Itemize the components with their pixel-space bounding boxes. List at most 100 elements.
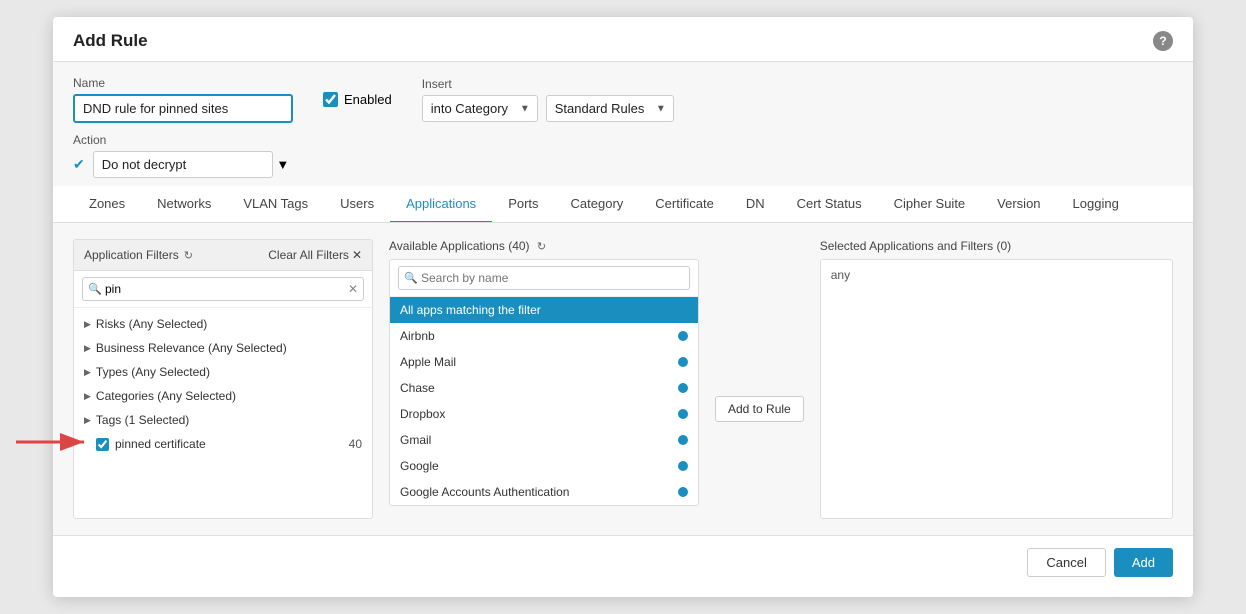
app-google-accounts-dot-icon (678, 487, 688, 497)
selected-apps-title: Selected Applications and Filters (0) (820, 239, 1011, 253)
tab-networks[interactable]: Networks (141, 186, 227, 223)
tab-zones[interactable]: Zones (73, 186, 141, 223)
categories-triangle-icon: ▶ (84, 391, 91, 402)
app-airbnb-label: Airbnb (400, 329, 435, 343)
available-list: 🔍 All apps matching the filter Airbnb Ap… (389, 259, 699, 506)
tags-triangle-icon: ▶ (84, 415, 91, 426)
app-google-dot-icon (678, 461, 688, 471)
app-airbnb-dot-icon (678, 331, 688, 341)
help-icon[interactable]: ? (1153, 31, 1173, 51)
right-panel-header: Selected Applications and Filters (0) (820, 239, 1173, 253)
filter-search-input[interactable] (82, 277, 364, 301)
app-item-google-accounts[interactable]: Google Accounts Authentication (390, 479, 698, 505)
tab-dn[interactable]: DN (730, 186, 781, 223)
tab-cert-status[interactable]: Cert Status (781, 186, 878, 223)
filter-search-wrap: 🔍 ✕ (74, 271, 372, 308)
arrow-svg (12, 430, 92, 454)
action-row: Action (73, 133, 1173, 147)
tab-ports[interactable]: Ports (492, 186, 554, 223)
enabled-row: Enabled (323, 92, 392, 107)
app-dropbox-dot-icon (678, 409, 688, 419)
form-section: Name Enabled Insert into Category into P… (53, 62, 1193, 186)
tab-certificate[interactable]: Certificate (639, 186, 730, 223)
clear-all-x-icon: ✕ (352, 248, 362, 262)
add-btn-area: Add to Rule (715, 239, 804, 519)
insert-select[interactable]: into Category into Policy (422, 95, 538, 122)
app-item-chase[interactable]: Chase (390, 375, 698, 401)
modal-title: Add Rule (73, 31, 148, 51)
enabled-checkbox[interactable] (323, 92, 338, 107)
cancel-button[interactable]: Cancel (1027, 548, 1105, 577)
app-gmail-dot-icon (678, 435, 688, 445)
action-select-wrap: Do not decrypt Decrypt - Resign Block ▼ (93, 151, 290, 178)
app-list: All apps matching the filter Airbnb Appl… (390, 297, 698, 505)
filters-refresh-icon[interactable]: ↻ (184, 249, 193, 262)
app-item-all[interactable]: All apps matching the filter (390, 297, 698, 323)
app-item-gmail[interactable]: Gmail (390, 427, 698, 453)
pinned-cert-left: pinned certificate (96, 437, 206, 451)
business-triangle-icon: ▶ (84, 343, 91, 354)
filter-categories[interactable]: ▶ Categories (Any Selected) (74, 384, 372, 408)
app-google-accounts-label: Google Accounts Authentication (400, 485, 569, 499)
risks-label: Risks (Any Selected) (96, 317, 207, 331)
pinned-cert-checkbox[interactable] (96, 438, 109, 451)
available-apps-refresh-icon[interactable]: ↻ (537, 241, 546, 253)
mid-panel: Available Applications (40) ↻ 🔍 All apps… (389, 239, 699, 519)
insert-select-wrap: into Category into Policy ▼ (422, 95, 538, 122)
enabled-label: Enabled (344, 92, 392, 107)
name-group: Name (73, 76, 293, 123)
tags-label: Tags (1 Selected) (96, 413, 189, 427)
app-google-label: Google (400, 459, 439, 473)
risks-triangle-icon: ▶ (84, 319, 91, 330)
tab-users[interactable]: Users (324, 186, 390, 223)
name-input[interactable] (73, 94, 293, 123)
app-filters-label: Application Filters (84, 248, 179, 262)
insert-label: Insert (422, 77, 674, 91)
app-item-apple-mail[interactable]: Apple Mail (390, 349, 698, 375)
standard-rules-select[interactable]: Standard Rules SSL Rules (546, 95, 674, 122)
filter-search-clear-icon[interactable]: ✕ (348, 282, 358, 296)
app-gmail-label: Gmail (400, 433, 431, 447)
add-to-rule-button[interactable]: Add to Rule (715, 396, 804, 422)
filter-risks[interactable]: ▶ Risks (Any Selected) (74, 312, 372, 336)
available-apps-title: Available Applications (40) ↻ (389, 239, 546, 253)
insert-group: Insert into Category into Policy ▼ Stand… (422, 77, 674, 122)
content-area: Application Filters ↻ Clear All Filters … (53, 223, 1193, 535)
avail-search-input[interactable] (398, 266, 690, 290)
name-label: Name (73, 76, 293, 90)
available-apps-label: Available Applications (40) (389, 239, 530, 253)
tab-logging[interactable]: Logging (1057, 186, 1135, 223)
tab-version[interactable]: Version (981, 186, 1056, 223)
avail-search: 🔍 (390, 260, 698, 297)
action-chevron-icon: ▼ (276, 157, 289, 172)
modal-header: Add Rule ? (53, 17, 1193, 62)
filter-types[interactable]: ▶ Types (Any Selected) (74, 360, 372, 384)
app-all-label: All apps matching the filter (400, 303, 541, 317)
standard-rules-select-wrap: Standard Rules SSL Rules ▼ (546, 95, 674, 122)
app-item-airbnb[interactable]: Airbnb (390, 323, 698, 349)
action-check-icon: ✔ (73, 156, 85, 173)
business-label: Business Relevance (Any Selected) (96, 341, 287, 355)
tab-cipher-suite[interactable]: Cipher Suite (878, 186, 982, 223)
selected-content: any (831, 268, 850, 282)
app-apple-mail-label: Apple Mail (400, 355, 456, 369)
filter-tags[interactable]: ▶ Tags (1 Selected) (74, 408, 372, 432)
tab-category[interactable]: Category (555, 186, 640, 223)
filter-search-icon: 🔍 (88, 283, 102, 296)
add-button[interactable]: Add (1114, 548, 1173, 577)
filter-pinned-cert-row: pinned certificate 40 (74, 432, 372, 456)
filter-business[interactable]: ▶ Business Relevance (Any Selected) (74, 336, 372, 360)
pinned-cert-count: 40 (349, 437, 362, 451)
tabs-bar: Zones Networks VLAN Tags Users Applicati… (53, 186, 1193, 223)
app-chase-label: Chase (400, 381, 435, 395)
panel-header: Application Filters ↻ Clear All Filters … (74, 240, 372, 271)
app-item-dropbox[interactable]: Dropbox (390, 401, 698, 427)
tab-applications[interactable]: Applications (390, 186, 492, 223)
app-item-google[interactable]: Google (390, 453, 698, 479)
action-select[interactable]: Do not decrypt Decrypt - Resign Block (93, 151, 273, 178)
app-apple-mail-dot-icon (678, 357, 688, 367)
clear-all-button[interactable]: Clear All Filters ✕ (268, 248, 362, 262)
filter-search-inner: 🔍 ✕ (82, 277, 364, 301)
types-label: Types (Any Selected) (96, 365, 210, 379)
tab-vlan-tags[interactable]: VLAN Tags (227, 186, 324, 223)
